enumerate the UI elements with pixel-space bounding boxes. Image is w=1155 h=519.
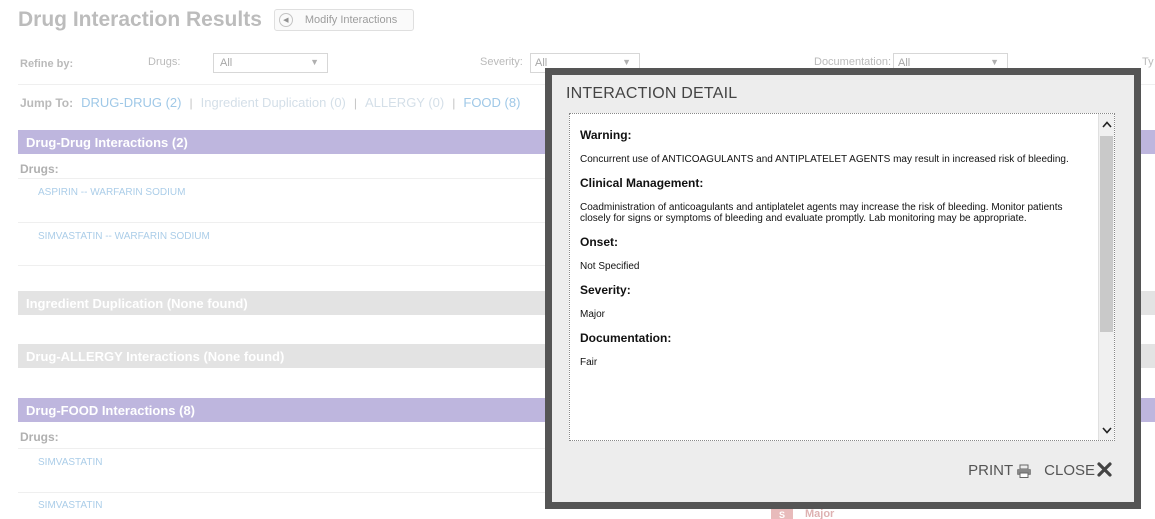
onset-heading: Onset: <box>580 235 619 249</box>
onset-text: Not Specified <box>580 261 640 272</box>
clinical-management-text: Coadministration of anticoagulants and a… <box>580 202 1063 224</box>
close-button[interactable]: CLOSE <box>1044 462 1112 479</box>
close-label: CLOSE <box>1044 462 1095 479</box>
close-x-icon <box>1097 462 1112 479</box>
chevron-up-icon[interactable] <box>1099 114 1114 134</box>
print-label: PRINT <box>968 462 1014 479</box>
documentation-heading: Documentation: <box>580 331 672 345</box>
severity-heading: Severity: <box>580 283 631 297</box>
interaction-detail-modal: INTERACTION DETAIL Warning: Concurrent u… <box>545 68 1141 509</box>
detail-scrollbar[interactable] <box>1098 114 1114 440</box>
print-button[interactable]: PRINT <box>968 462 1032 479</box>
severity-text: Major <box>580 309 606 320</box>
documentation-text: Fair <box>580 357 598 368</box>
warning-heading: Warning: <box>580 128 632 142</box>
printer-icon <box>1016 464 1032 478</box>
scrollbar-thumb[interactable] <box>1100 136 1113 332</box>
modal-title: INTERACTION DETAIL <box>566 85 738 102</box>
detail-content: Warning: Concurrent use of ANTICOAGULANT… <box>570 114 1098 440</box>
detail-scroll-area[interactable]: Warning: Concurrent use of ANTICOAGULANT… <box>569 113 1115 441</box>
chevron-down-icon[interactable] <box>1099 420 1114 440</box>
clinical-management-heading: Clinical Management: <box>580 176 704 190</box>
warning-text: Concurrent use of ANTICOAGULANTS and ANT… <box>580 154 1069 165</box>
modal-actions: PRINT CLOSE <box>968 462 1112 479</box>
